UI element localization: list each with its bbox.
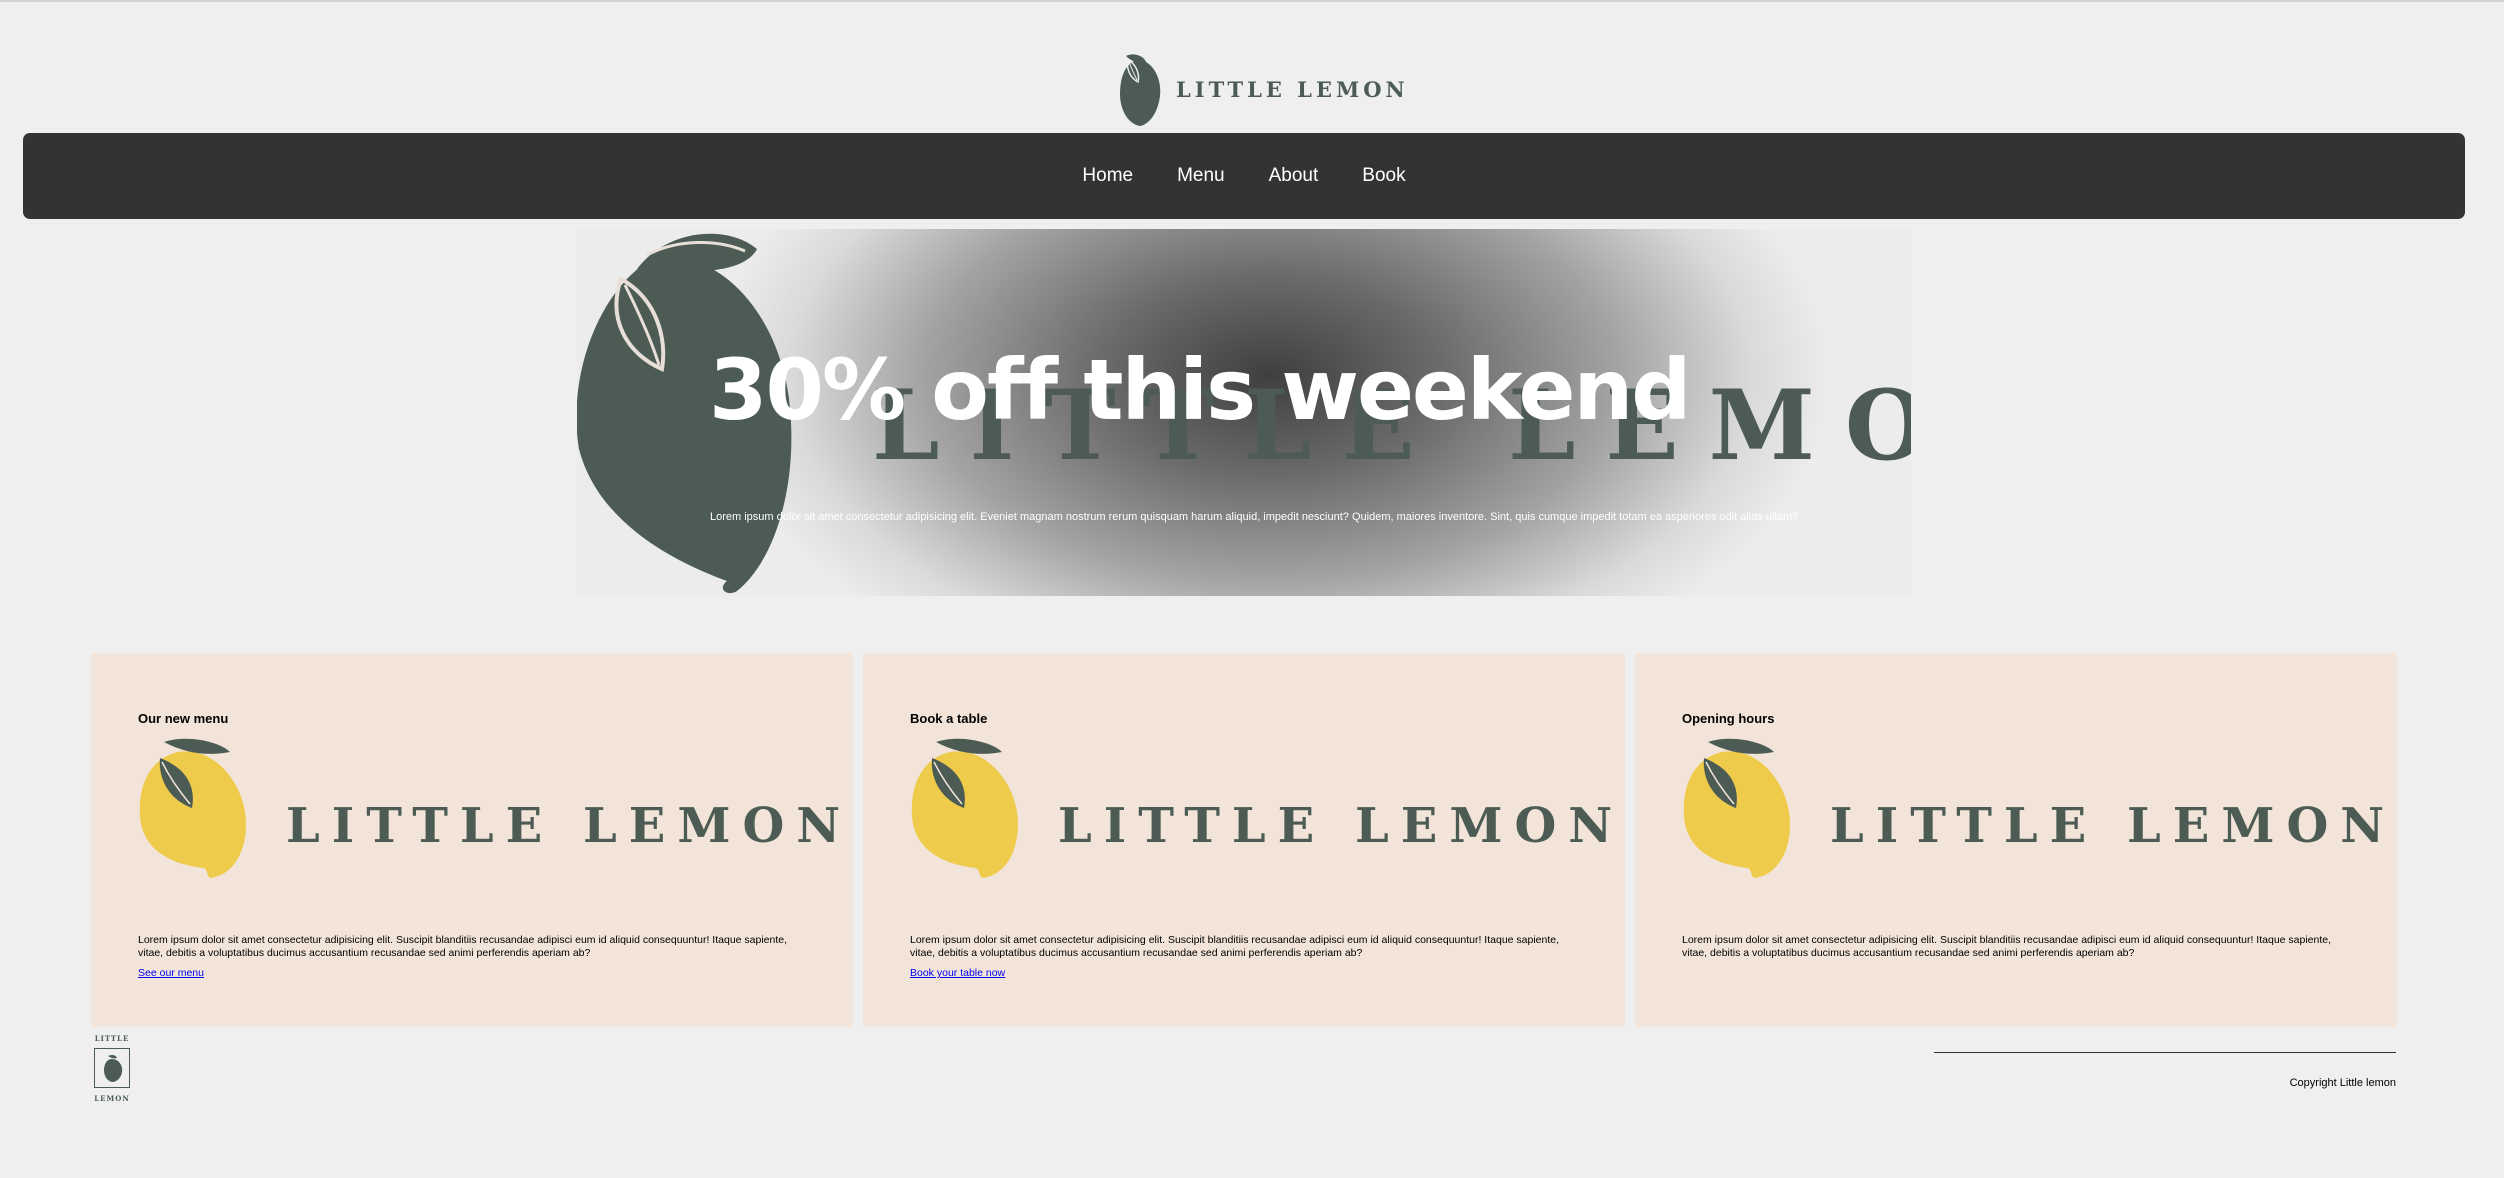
card-brand-text: LITTLE LEMON (1058, 798, 1625, 854)
card-book-table: Book a table LITTLE LEMON Lorem ipsum do… (863, 653, 1625, 1027)
lemon-illustration-icon (139, 738, 246, 878)
cards-section: Our new menu LITTLE LEMON Lorem ipsum do… (91, 653, 2397, 1027)
card-text: Lorem ipsum dolor sit amet consectetur a… (138, 934, 788, 959)
card-brand-text: LITTLE LEMON (286, 798, 853, 854)
card-text: Lorem ipsum dolor sit amet consectetur a… (910, 934, 1560, 959)
copyright-text: Copyright Little lemon (2289, 1077, 2396, 1089)
card-title: Our new menu (138, 711, 229, 726)
nav-menu-link[interactable]: Menu (1177, 165, 1225, 187)
card-text: Lorem ipsum dolor sit amet consectetur a… (1682, 934, 2332, 959)
hero-title: 30% off this weekend (709, 341, 1691, 439)
card-opening-hours: Opening hours LITTLE LEMON Lorem ipsum d… (1635, 653, 2397, 1027)
lemon-illustration-icon (1683, 738, 1790, 878)
card-brand-text: LITTLE LEMON (1830, 798, 2397, 854)
card-logo: LITTLE LEMON (1682, 738, 2384, 878)
card-title: Book a table (910, 711, 988, 726)
footer-logo-box (94, 1048, 130, 1088)
nav-about-link[interactable]: About (1269, 165, 1319, 187)
card-logo: LITTLE LEMON (138, 738, 840, 878)
nav-home-link[interactable]: Home (1082, 165, 1133, 187)
card-new-menu: Our new menu LITTLE LEMON Lorem ipsum do… (91, 653, 853, 1027)
book-table-link[interactable]: Book your table now (910, 967, 1005, 979)
top-border (0, 0, 2504, 2)
card-title: Opening hours (1682, 711, 1775, 726)
card-logo: LITTLE LEMON (910, 738, 1612, 878)
main-nav: Home Menu About Book (23, 133, 2465, 219)
lemon-logo-icon (1120, 54, 1161, 126)
lemon-logo-icon (104, 1054, 123, 1082)
footer-logo-top: LITTLE (94, 1034, 130, 1043)
footer-logo[interactable]: LITTLE LEMON (91, 1034, 133, 1106)
see-menu-link[interactable]: See our menu (138, 967, 204, 979)
footer-logo-bottom: LEMON (94, 1094, 130, 1103)
lemon-illustration-icon (911, 738, 1018, 878)
site-logo[interactable]: LITTLE LEMON (1118, 52, 1409, 126)
logo-text: LITTLE LEMON (1176, 76, 1409, 102)
footer-divider (1934, 1052, 2396, 1053)
nav-book-link[interactable]: Book (1362, 165, 1405, 187)
hero-banner: LITTLE LEMON 30% off this weekend Lorem … (577, 229, 1911, 596)
hero-description: Lorem ipsum dolor sit amet consectetur a… (710, 511, 1799, 523)
